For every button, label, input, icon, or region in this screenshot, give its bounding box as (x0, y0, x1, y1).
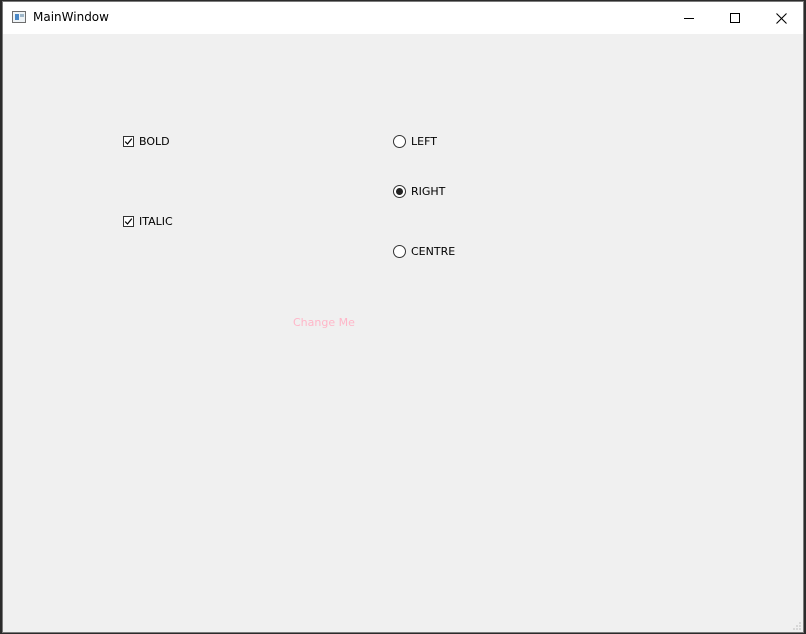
maximize-button[interactable] (712, 2, 758, 34)
checkmark-icon (124, 138, 133, 145)
radio-selected-dot (396, 188, 403, 195)
right-radio-circle[interactable] (393, 185, 406, 198)
maximize-icon (730, 13, 740, 23)
resize-grip-icon[interactable] (793, 622, 801, 630)
right-radio[interactable]: RIGHT (393, 185, 445, 198)
minimize-button[interactable] (666, 2, 712, 34)
app-window-icon (12, 11, 26, 23)
minimize-icon (684, 18, 694, 19)
close-icon (775, 12, 787, 24)
bold-checkbox-box[interactable] (123, 136, 134, 147)
left-radio-label: LEFT (411, 135, 437, 148)
bold-checkbox-label: BOLD (139, 135, 170, 148)
change-me-label: Change Me (293, 316, 355, 329)
right-radio-label: RIGHT (411, 185, 446, 198)
left-radio-circle[interactable] (393, 135, 406, 148)
centre-radio-circle[interactable] (393, 245, 406, 258)
centre-radio-label: CENTRE (411, 245, 456, 258)
window-title: MainWindow (33, 10, 109, 24)
title-bar[interactable]: MainWindow (3, 2, 803, 34)
italic-checkbox-box[interactable] (123, 216, 134, 227)
left-radio[interactable]: LEFT (393, 135, 437, 148)
checkmark-icon (124, 218, 133, 225)
bold-checkbox[interactable]: BOLD (123, 135, 170, 148)
main-window: MainWindow BOLD ITALIC LEFT RIGHT CENTRE… (2, 1, 804, 633)
italic-checkbox-label: ITALIC (139, 215, 173, 228)
close-button[interactable] (758, 2, 804, 34)
centre-radio[interactable]: CENTRE (393, 245, 455, 258)
italic-checkbox[interactable]: ITALIC (123, 215, 173, 228)
client-area: BOLD ITALIC LEFT RIGHT CENTRE Change Me (3, 34, 803, 632)
